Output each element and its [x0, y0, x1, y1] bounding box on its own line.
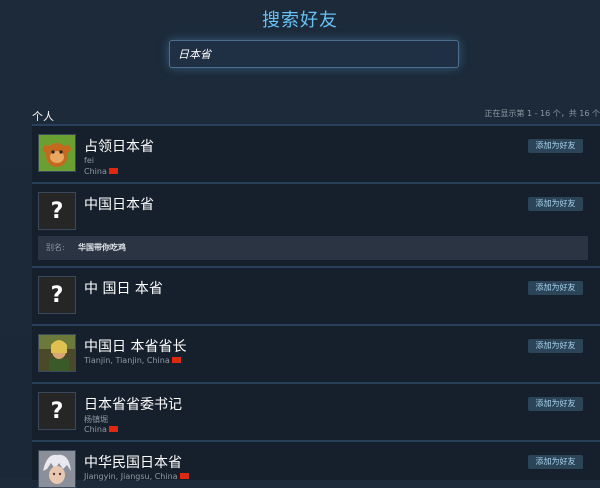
search-result-row: 中国日 本省省长 Tianjin, Tianjin, China 添加为好友 [32, 324, 600, 384]
persona-name[interactable]: 中国日本省 [84, 194, 154, 214]
search-result-row: ? 中国日本省 添加为好友 别名: 华国带你吃鸡 [32, 182, 600, 268]
result-count: 正在显示第 1 - 16 个，共 16 个 [484, 109, 600, 118]
search-input[interactable] [170, 41, 458, 67]
search-result-row: ? 中 国日 本省 添加为好友 [32, 266, 600, 326]
real-name: fei [84, 156, 94, 165]
alias-bar: 别名: 华国带你吃鸡 [38, 236, 588, 260]
location-text: Tianjin, Tianjin, China [84, 356, 170, 365]
persona-name[interactable]: 中国日 本省省长 [84, 336, 186, 356]
avatar[interactable]: ? [38, 276, 76, 314]
question-mark-icon: ? [50, 282, 64, 308]
alias-label: 别名: [46, 243, 65, 252]
persona-name[interactable]: 中 国日 本省 [84, 278, 163, 298]
add-friend-button[interactable]: 添加为好友 [528, 339, 583, 353]
add-friend-button[interactable]: 添加为好友 [528, 197, 583, 211]
location: Tianjin, Tianjin, China [84, 356, 181, 365]
search-result-row: 占领日本省 fei China 添加为好友 [32, 124, 600, 184]
persona-name[interactable]: 中华民国日本省 [84, 452, 182, 472]
add-friend-button[interactable]: 添加为好友 [528, 139, 583, 153]
avatar[interactable]: ? [38, 392, 76, 430]
location-text: China [84, 425, 107, 434]
monkey-avatar-icon [39, 135, 75, 171]
avatar[interactable] [38, 450, 76, 488]
add-friend-button[interactable]: 添加为好友 [528, 455, 583, 469]
avatar[interactable] [38, 334, 76, 372]
alias-value: 华国带你吃鸡 [78, 243, 126, 252]
search-box[interactable] [169, 40, 459, 68]
search-result-row: ? 日本省省委书记 杨镇堀 China 添加为好友 [32, 382, 600, 442]
location-text: Jiangyin, Jiangsu, China [84, 472, 178, 481]
anime-avatar-icon [39, 451, 75, 487]
location: China [84, 425, 118, 434]
persona-name[interactable]: 日本省省委书记 [84, 394, 182, 414]
character-avatar-icon [39, 335, 75, 371]
add-friend-button[interactable]: 添加为好友 [528, 281, 583, 295]
section-label: 个人 [32, 110, 54, 123]
location: China [84, 167, 118, 176]
china-flag-icon [108, 167, 118, 174]
persona-name[interactable]: 占领日本省 [84, 136, 154, 156]
question-mark-icon: ? [50, 198, 64, 224]
china-flag-icon [108, 425, 118, 432]
location-text: China [84, 167, 107, 176]
add-friend-button[interactable]: 添加为好友 [528, 397, 583, 411]
search-result-row: 中华民国日本省 Jiangyin, Jiangsu, China 添加为好友 [32, 440, 600, 488]
page-title: 搜索好友 [262, 10, 338, 31]
avatar[interactable] [38, 134, 76, 172]
china-flag-icon [171, 356, 181, 363]
location: Jiangyin, Jiangsu, China [84, 472, 189, 481]
real-name: 杨镇堀 [84, 415, 108, 424]
question-mark-icon: ? [50, 398, 64, 424]
avatar[interactable]: ? [38, 192, 76, 230]
